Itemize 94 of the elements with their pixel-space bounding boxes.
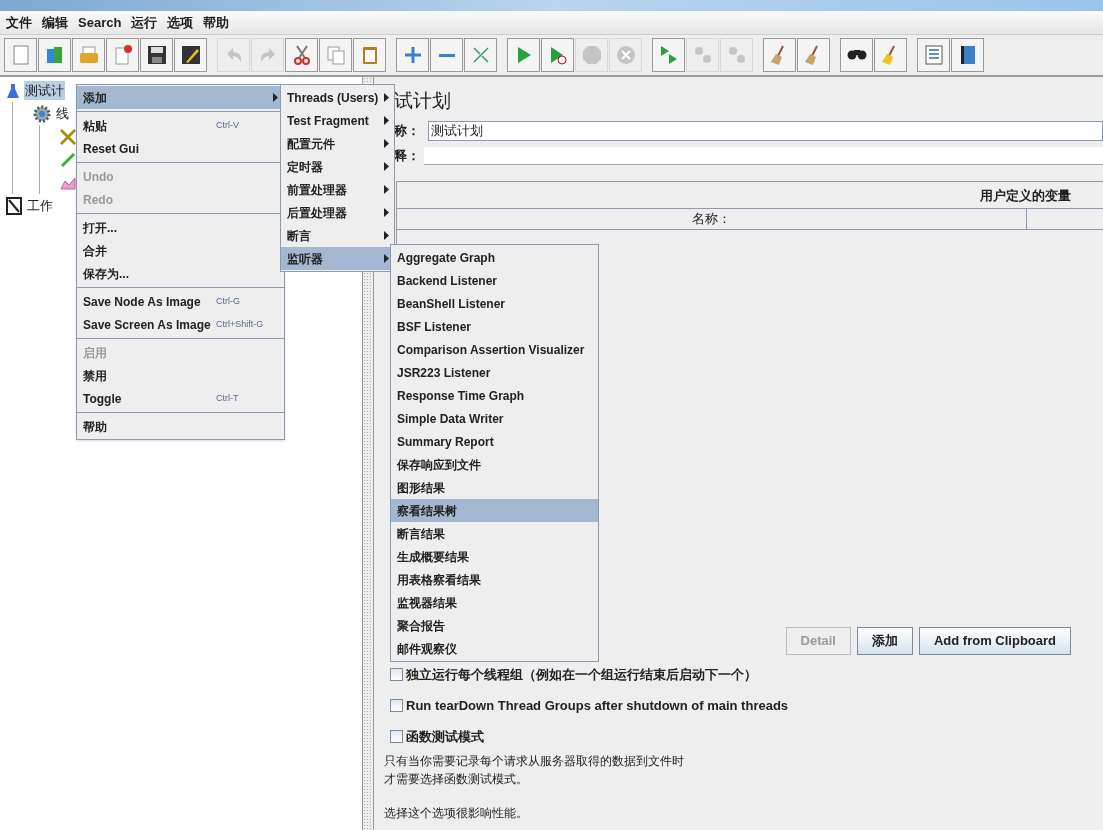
submenu-item[interactable]: 用表格察看结果	[391, 568, 598, 591]
binoculars-icon	[846, 50, 867, 60]
submenu-arrow-icon	[384, 185, 389, 194]
context-menu-item[interactable]: Toggle Ctrl-T	[77, 387, 284, 410]
section-title: 用户定义的变量	[980, 187, 1072, 205]
submenu-item[interactable]: Response Time Graph	[391, 384, 598, 407]
submenu-arrow-icon	[384, 162, 389, 171]
context-menu-item[interactable]: 粘贴 Ctrl-V	[77, 114, 284, 137]
folder-icon	[77, 44, 100, 66]
context-menu-item[interactable]: Reset Gui	[77, 137, 284, 160]
toolbar-button[interactable]	[140, 38, 173, 72]
submenu-item[interactable]: 邮件观察仪	[391, 637, 598, 660]
workbench-icon	[6, 196, 22, 215]
context-menu-item[interactable]: 帮助	[77, 415, 284, 438]
shortcut-label: Ctrl-G	[216, 294, 240, 308]
checkbox[interactable]	[390, 668, 403, 681]
menu-item[interactable]: 文件	[2, 12, 36, 33]
action-button[interactable]: 添加	[856, 627, 913, 655]
close-icon	[614, 44, 637, 66]
menu-item[interactable]: 运行	[127, 12, 162, 33]
help-text: 选择这个选项很影响性能。	[384, 805, 529, 822]
gear-icon	[33, 104, 51, 123]
submenu-item[interactable]: Comparison Assertion Visualizer	[391, 338, 598, 361]
submenu-item[interactable]: 定时器	[281, 155, 394, 178]
submenu-item[interactable]: 生成概要结果	[391, 545, 598, 568]
tree-item[interactable]: 线	[55, 103, 70, 124]
save-icon	[145, 44, 168, 66]
comment-field[interactable]	[424, 147, 1103, 165]
context-menu-item[interactable]: Save Node As Image Ctrl-G	[77, 290, 284, 313]
checkbox[interactable]	[390, 699, 403, 712]
submenu-arrow-icon	[273, 93, 278, 102]
pipette-icon	[60, 151, 76, 168]
submenu-item[interactable]: 监视器结果	[391, 591, 598, 614]
submenu-item[interactable]: BeanShell Listener	[391, 292, 598, 315]
submenu-item[interactable]: Summary Report	[391, 430, 598, 453]
toolbar-button[interactable]	[951, 38, 984, 72]
stop-icon	[580, 44, 603, 66]
help-text: 才需要选择函数测试模式。	[384, 771, 529, 788]
submenu-item[interactable]: 断言	[281, 224, 394, 247]
action-button[interactable]: Add from Clipboard	[918, 627, 1071, 655]
toolbar-button[interactable]	[840, 38, 873, 72]
submenu-item[interactable]: 前置处理器	[281, 178, 394, 201]
submenu-item[interactable]: 后置处理器	[281, 201, 394, 224]
submenu-item[interactable]: 断言结果	[391, 522, 598, 545]
menu-item[interactable]: Search	[74, 12, 126, 33]
submenu-arrow-icon	[384, 231, 389, 240]
submenu-item[interactable]: Test Fragment	[281, 109, 394, 132]
shortcut-label: Ctrl-T	[216, 391, 239, 405]
name-field[interactable]: 测试计划	[428, 121, 1103, 141]
tree-item[interactable]: 工作	[26, 195, 54, 216]
context-menu-item[interactable]: 合并	[77, 239, 284, 262]
submenu-item[interactable]: Threads (Users)	[281, 86, 394, 109]
column-header[interactable]: 名称：	[397, 209, 1027, 229]
context-menu-item[interactable]: 禁用	[77, 364, 284, 387]
menu-item[interactable]: 选项	[163, 12, 198, 33]
menu-item[interactable]: 编辑	[38, 12, 72, 33]
checkbox-label: 函数测试模式	[406, 727, 484, 746]
submenu-item[interactable]: 配置元件	[281, 132, 394, 155]
panel-title: 试计划	[394, 89, 452, 113]
context-menu-item[interactable]: 打开...	[77, 216, 284, 239]
checkbox-label: 独立运行每个线程组（例如在一个组运行结束后启动下一个）	[406, 665, 757, 684]
checkbox-label: Run tearDown Thread Groups after shutdown of main threads	[406, 696, 789, 715]
shortcut-label: Ctrl-V	[216, 118, 239, 132]
submenu-item[interactable]: Backend Listener	[391, 269, 598, 292]
submenu-item[interactable]: Aggregate Graph	[391, 246, 598, 269]
shortcut-label: Ctrl+Shift-G	[216, 317, 264, 331]
submenu-item[interactable]: BSF Listener	[391, 315, 598, 338]
tree-item[interactable]: 测试计	[24, 80, 65, 101]
tools-icon	[60, 128, 76, 145]
pencil-icon	[179, 44, 202, 66]
copy-icon	[324, 44, 347, 66]
menu-item[interactable]: 帮助	[199, 12, 234, 33]
minus-icon	[438, 53, 455, 57]
submenu-item[interactable]: 保存响应到文件	[391, 453, 598, 476]
help-text: 只有当你需要记录每个请求从服务器取得的数据到文件时	[384, 753, 685, 770]
graph-icon	[60, 175, 76, 190]
submenu-arrow-icon	[384, 93, 389, 102]
list-icon	[922, 44, 945, 66]
submenu-item[interactable]: JSR223 Listener	[391, 361, 598, 384]
checkbox[interactable]	[390, 730, 403, 743]
context-menu-item[interactable]: 保存为...	[77, 262, 284, 285]
toolbar-button[interactable]	[174, 38, 207, 72]
context-menu-item[interactable]: Save Screen As Image Ctrl+Shift-G	[77, 313, 284, 336]
submenu-arrow-icon	[384, 208, 389, 217]
field-label: 称：	[394, 122, 421, 141]
submenu-item[interactable]: 察看结果树	[391, 499, 598, 522]
submenu-item[interactable]: 聚合报告	[391, 614, 598, 637]
submenu-arrow-icon	[384, 116, 389, 125]
submenu-arrow-icon	[384, 139, 389, 148]
submenu-item[interactable]: 图形结果	[391, 476, 598, 499]
submenu-arrow-icon	[384, 254, 389, 263]
submenu-item[interactable]: Simple Data Writer	[391, 407, 598, 430]
field-label: 释：	[394, 147, 421, 166]
flask-icon	[6, 82, 20, 99]
